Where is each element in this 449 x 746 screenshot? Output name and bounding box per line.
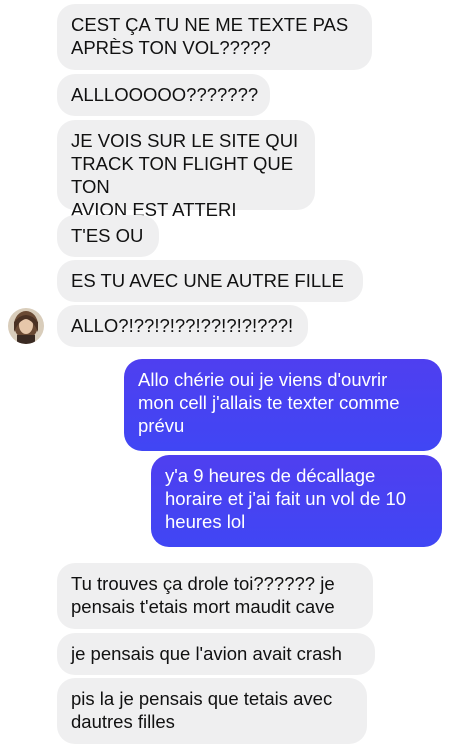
message-bubble-incoming[interactable]: ES TU AVEC UNE AUTRE FILLE bbox=[57, 260, 363, 302]
message-bubble-incoming[interactable]: ALLLOOOOO??????? bbox=[57, 74, 270, 116]
message-bubble-incoming[interactable]: Tu trouves ça drole toi?????? je pensais… bbox=[57, 563, 373, 629]
message-bubble-incoming[interactable]: pis la je pensais que tetais avec dautre… bbox=[57, 678, 367, 744]
message-bubble-outgoing[interactable]: y'a 9 heures de décallage horaire et j'a… bbox=[151, 455, 442, 547]
message-bubble-outgoing[interactable]: Allo chérie oui je viens d'ouvrir mon ce… bbox=[124, 359, 442, 451]
message-bubble-incoming[interactable]: T'ES OU bbox=[57, 215, 159, 257]
contact-avatar[interactable] bbox=[8, 308, 44, 344]
message-bubble-incoming[interactable]: CEST ÇA TU NE ME TEXTE PAS APRÈS TON VOL… bbox=[57, 4, 372, 70]
message-bubble-incoming[interactable]: JE VOIS SUR LE SITE QUI TRACK TON FLIGHT… bbox=[57, 120, 315, 220]
message-bubble-incoming[interactable]: ALLO?!??!?!??!??!?!?!???! bbox=[57, 305, 308, 347]
contact-avatar-photo-icon bbox=[8, 308, 44, 344]
message-bubble-incoming[interactable]: je pensais que l'avion avait crash bbox=[57, 633, 375, 675]
